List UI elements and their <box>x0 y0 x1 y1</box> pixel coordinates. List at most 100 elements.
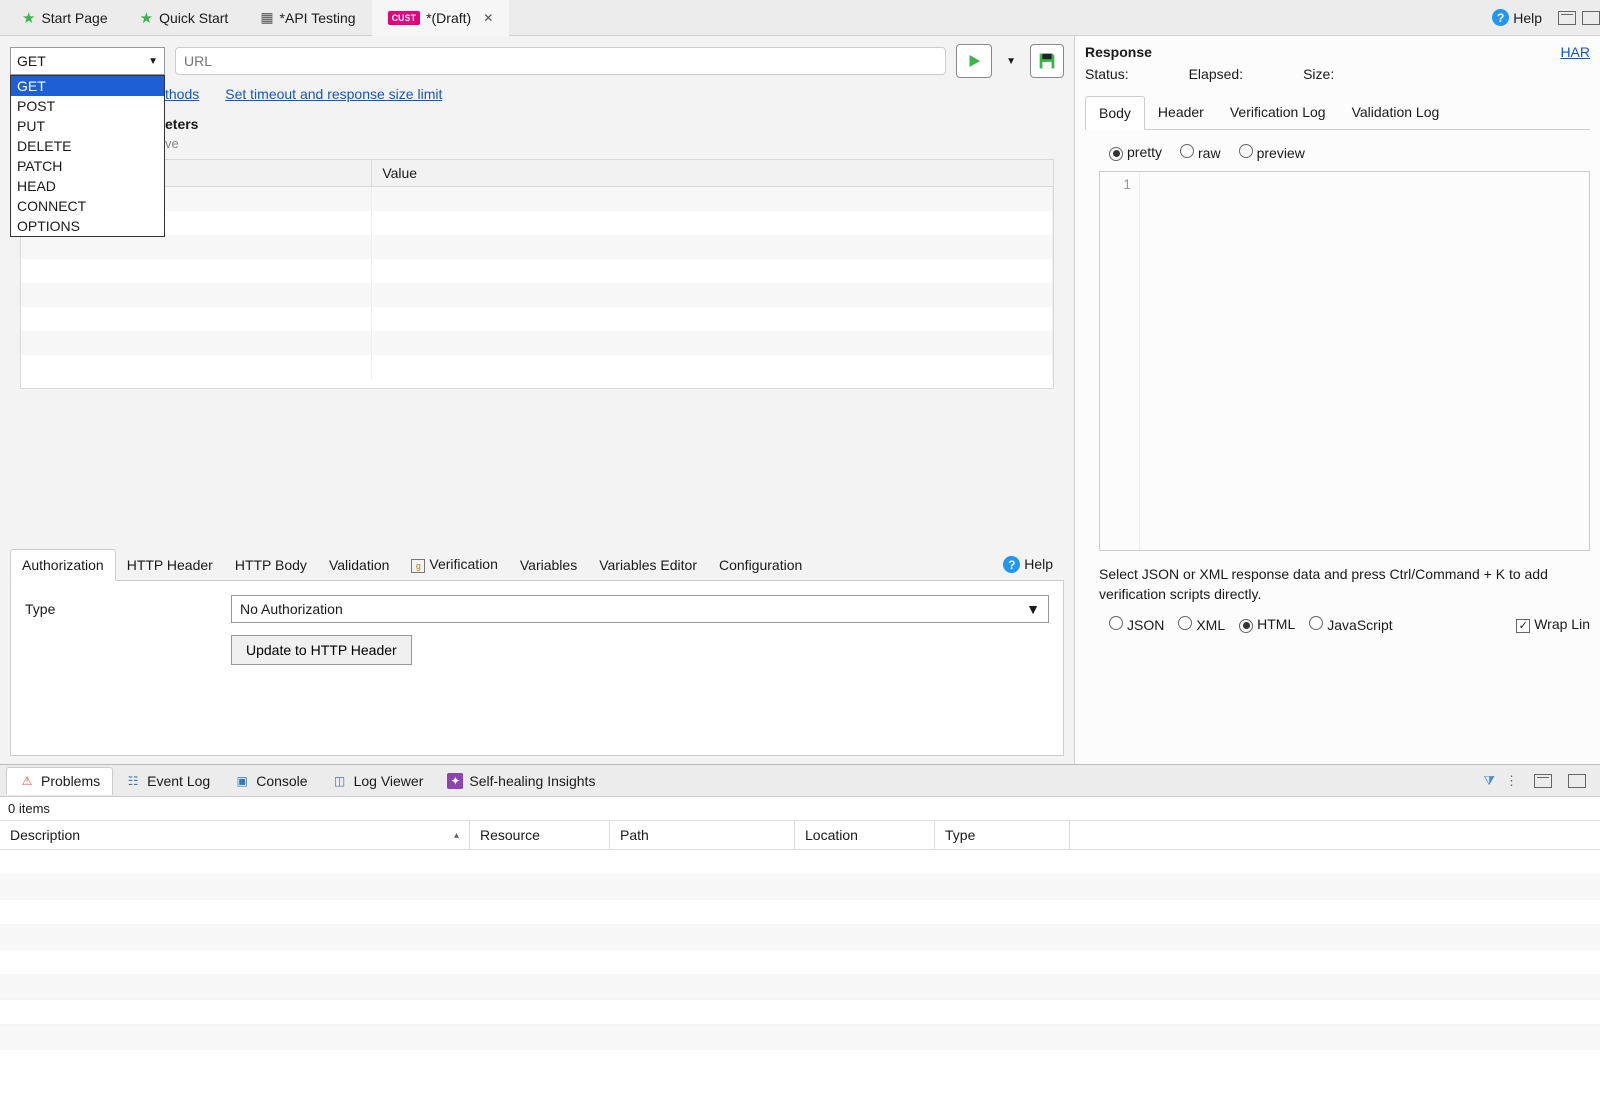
more-icon[interactable]: ⋮ <box>1505 773 1518 789</box>
http-method-dropdown[interactable]: GET POST PUT DELETE PATCH HEAD CONNECT O… <box>10 75 165 237</box>
method-option-options[interactable]: OPTIONS <box>11 216 164 236</box>
radio-json[interactable]: JSON <box>1109 616 1164 633</box>
method-option-delete[interactable]: DELETE <box>11 136 164 156</box>
col-resource[interactable]: Resource <box>470 821 610 849</box>
elapsed-label: Elapsed: <box>1189 66 1243 82</box>
update-http-header-button[interactable]: Update to HTTP Header <box>231 635 412 665</box>
col-description[interactable]: Description▴ <box>0 821 470 849</box>
resp-tab-header[interactable]: Header <box>1145 96 1217 129</box>
method-option-connect[interactable]: CONNECT <box>11 196 164 216</box>
table-row <box>0 1025 1600 1050</box>
timeout-link[interactable]: Set timeout and response size limit <box>225 86 442 102</box>
tab-verification[interactable]: gVerification <box>400 549 508 580</box>
dock-tabs: ⚠Problems ☷Event Log ▣Console ◫Log Viewe… <box>0 765 1600 797</box>
tab-draft[interactable]: CUST *(Draft) ✕ <box>372 0 510 36</box>
close-icon[interactable]: ✕ <box>483 11 493 25</box>
tab-variables[interactable]: Variables <box>509 550 588 580</box>
auth-type-select[interactable]: No Authorization ▼ <box>231 595 1049 623</box>
resp-tab-validation[interactable]: Validation Log <box>1339 96 1453 129</box>
har-link[interactable]: HAR <box>1560 44 1590 60</box>
play-icon <box>965 52 983 70</box>
radio-html[interactable]: HTML <box>1239 616 1295 633</box>
chevron-down-icon: ▼ <box>148 56 158 67</box>
dock-tab-event-log[interactable]: ☷Event Log <box>113 768 222 794</box>
save-button[interactable] <box>1030 44 1064 78</box>
query-params-sub: ve <box>10 132 1064 159</box>
tab-label: Quick Start <box>159 10 228 26</box>
method-select-wrap: GET ▼ GET POST PUT DELETE PATCH HEAD CON… <box>10 47 165 75</box>
tab-configuration[interactable]: Configuration <box>708 550 813 580</box>
tab-validation[interactable]: Validation <box>318 550 400 580</box>
url-input[interactable] <box>175 47 946 75</box>
dock-maximize[interactable] <box>1568 774 1586 788</box>
view-mode-row: pretty raw preview <box>1085 130 1590 171</box>
dock-tab-log-viewer[interactable]: ◫Log Viewer <box>320 768 436 794</box>
help-icon: ? <box>1003 556 1020 573</box>
method-option-patch[interactable]: PATCH <box>11 156 164 176</box>
custom-methods-link[interactable]: thods <box>165 86 199 102</box>
radio-icon <box>1309 616 1323 630</box>
bottom-dock: ⚠Problems ☷Event Log ▣Console ◫Log Viewe… <box>0 764 1600 1094</box>
help-link[interactable]: ? Help <box>1482 9 1552 26</box>
radio-icon <box>1109 616 1123 630</box>
method-option-get[interactable]: GET <box>11 76 164 96</box>
table-row <box>0 950 1600 975</box>
table-row <box>0 925 1600 950</box>
auth-type-label: Type <box>25 601 215 617</box>
radio-preview[interactable]: preview <box>1239 144 1305 161</box>
filter-icon[interactable]: ⧩ <box>1483 773 1495 789</box>
tab-start-page[interactable]: ★ Start Page <box>6 0 124 36</box>
tab-variables-editor[interactable]: Variables Editor <box>588 550 708 580</box>
self-healing-icon: ✦ <box>447 773 463 789</box>
radio-pretty[interactable]: pretty <box>1109 144 1162 161</box>
editor-content[interactable] <box>1140 172 1589 550</box>
radio-js[interactable]: JavaScript <box>1309 616 1392 633</box>
checkbox-icon: ✓ <box>1516 619 1530 633</box>
verification-icon: g <box>411 559 425 573</box>
tab-quick-start[interactable]: ★ Quick Start <box>124 0 245 36</box>
run-button[interactable] <box>956 44 992 78</box>
method-option-post[interactable]: POST <box>11 96 164 116</box>
resp-tab-body[interactable]: Body <box>1085 96 1145 130</box>
dock-minimize[interactable] <box>1534 774 1552 788</box>
radio-raw[interactable]: raw <box>1180 144 1221 161</box>
editor-tabbar: ★ Start Page ★ Quick Start ▦ *API Testin… <box>0 0 1600 36</box>
status-label: Status: <box>1085 66 1129 82</box>
tab-http-header[interactable]: HTTP Header <box>116 550 224 580</box>
method-option-head[interactable]: HEAD <box>11 176 164 196</box>
maximize-button[interactable] <box>1582 11 1600 25</box>
query-params-title: eters <box>10 112 1064 132</box>
method-selected: GET <box>17 53 46 69</box>
run-dropdown-caret[interactable]: ▼ <box>1002 56 1020 67</box>
col-type[interactable]: Type <box>935 821 1070 849</box>
radio-xml[interactable]: XML <box>1178 616 1225 633</box>
console-icon: ▣ <box>234 773 250 789</box>
table-row <box>0 975 1600 1000</box>
http-method-select[interactable]: GET ▼ <box>10 47 165 75</box>
tab-authorization[interactable]: Authorization <box>10 549 116 581</box>
problems-count: 0 items <box>0 797 1600 820</box>
tab-http-body[interactable]: HTTP Body <box>224 550 318 580</box>
col-rest <box>1070 821 1600 849</box>
response-editor[interactable]: 1 <box>1099 171 1590 551</box>
minimize-button[interactable] <box>1558 11 1576 25</box>
tab-help[interactable]: ? Help <box>992 549 1064 581</box>
col-path[interactable]: Path <box>610 821 795 849</box>
grid-icon: ▦ <box>260 9 273 26</box>
dock-tab-problems[interactable]: ⚠Problems <box>6 767 113 795</box>
problems-rows[interactable] <box>0 850 1600 1094</box>
col-location[interactable]: Location <box>795 821 935 849</box>
col-value[interactable]: Value <box>372 160 1053 186</box>
auth-type-value: No Authorization <box>240 601 343 617</box>
grid-header: Value <box>21 160 1053 187</box>
params-grid[interactable]: Value <box>20 159 1054 389</box>
method-option-put[interactable]: PUT <box>11 116 164 136</box>
dock-tab-console[interactable]: ▣Console <box>222 768 319 794</box>
tab-api-testing[interactable]: ▦ *API Testing <box>244 0 371 36</box>
radio-icon <box>1239 619 1253 633</box>
chevron-down-icon: ▼ <box>1026 601 1040 617</box>
checkbox-wrap[interactable]: ✓Wrap Lin <box>1516 616 1590 633</box>
dock-tab-self-healing[interactable]: ✦Self-healing Insights <box>435 768 607 794</box>
resp-tab-verification[interactable]: Verification Log <box>1217 96 1339 129</box>
cust-badge-icon: CUST <box>388 11 421 25</box>
